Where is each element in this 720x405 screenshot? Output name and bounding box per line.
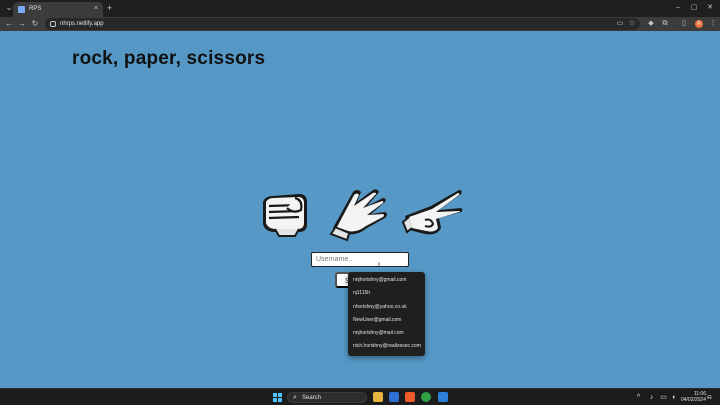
- tab-rps[interactable]: RPS ×: [13, 2, 103, 17]
- autofill-option[interactable]: NewUser@gmail.com: [348, 314, 425, 327]
- mic-icon[interactable]: ♪: [647, 393, 656, 402]
- windows-start-icon[interactable]: [273, 393, 282, 402]
- favicon-icon: [18, 6, 25, 13]
- page-title: rock, paper, scissors: [72, 48, 266, 69]
- vscode-icon[interactable]: [438, 392, 448, 402]
- split-view-icon[interactable]: ▯: [678, 18, 690, 30]
- screen: ⌄ RPS × + – ▢ ✕ ← → ↻ nhrps.netlify.app …: [0, 0, 720, 405]
- notification-bell-icon[interactable]: ⍾: [707, 393, 712, 402]
- page-content: rock, paper, scissors Username.. I nnjho…: [0, 31, 720, 388]
- reload-icon[interactable]: ↻: [29, 18, 41, 30]
- autofill-option[interactable]: nich.horishny@realizesec.com: [348, 340, 425, 353]
- volume-icon[interactable]: ◖: [669, 393, 678, 402]
- site-info-icon[interactable]: [50, 21, 56, 27]
- clock-date: 04/02/2024: [680, 397, 706, 403]
- url-text: nhrps.netlify.app: [60, 21, 104, 27]
- minimize-icon[interactable]: –: [671, 2, 685, 14]
- bookmark-star-icon[interactable]: ☆: [627, 18, 637, 30]
- menu-dots-icon[interactable]: ⋮: [707, 18, 719, 30]
- maximize-icon[interactable]: ▢: [687, 2, 701, 14]
- hand-choices: [253, 184, 469, 244]
- cast-icon[interactable]: ▭: [615, 18, 625, 30]
- tab-close-icon[interactable]: ×: [94, 4, 98, 14]
- display-icon[interactable]: ▭: [659, 393, 668, 402]
- new-tab-button[interactable]: +: [104, 3, 115, 14]
- tray-chevron-icon[interactable]: ^: [634, 393, 643, 402]
- extension-icon[interactable]: ◆: [645, 18, 657, 30]
- username-input[interactable]: [311, 252, 409, 267]
- puzzle-icon[interactable]: ⧉: [659, 18, 671, 30]
- browser-toolbar: ← → ↻ nhrps.netlify.app ▭ ☆ ◆ ⧉ ▯ R ⋮: [0, 17, 720, 31]
- autofill-option[interactable]: nnjhorishny@gmail.com: [348, 274, 425, 287]
- file-explorer-icon[interactable]: [373, 392, 383, 402]
- autofill-option[interactable]: nj1115h: [348, 287, 425, 300]
- brave-icon[interactable]: [405, 392, 415, 402]
- taskbar: ⌕ Search ^ ♪ ▭ ◖ 11:06 04/02/2024 ⍾: [0, 388, 720, 405]
- taskbar-search-label: Search: [302, 395, 322, 401]
- forward-icon[interactable]: →: [16, 18, 28, 30]
- autofill-option[interactable]: nhorishny@yahoo.co.uk: [348, 301, 425, 314]
- taskbar-search[interactable]: ⌕ Search: [287, 392, 367, 403]
- tab-title: RPS: [29, 6, 42, 12]
- search-icon: ⌕: [293, 394, 297, 401]
- autofill-dropdown: nnjhorishny@gmail.com nj1115h nhorishny@…: [348, 272, 425, 356]
- system-clock[interactable]: 11:06 04/02/2024: [678, 391, 706, 403]
- address-bar[interactable]: nhrps.netlify.app ▭ ☆: [45, 18, 640, 30]
- close-window-icon[interactable]: ✕: [703, 2, 717, 14]
- rock-hand-icon[interactable]: [255, 184, 319, 244]
- tab-strip: ⌄ RPS × + – ▢ ✕: [0, 0, 720, 17]
- back-icon[interactable]: ←: [3, 18, 15, 30]
- autofill-option[interactable]: nnjhorishny@mail.com: [348, 327, 425, 340]
- chrome-icon[interactable]: [421, 392, 431, 402]
- text-cursor-icon: I: [378, 262, 380, 269]
- task-app-icon[interactable]: [389, 392, 399, 402]
- paper-hand-icon[interactable]: [327, 184, 391, 244]
- scissors-hand-icon[interactable]: [401, 184, 465, 244]
- profile-avatar[interactable]: R: [695, 20, 703, 28]
